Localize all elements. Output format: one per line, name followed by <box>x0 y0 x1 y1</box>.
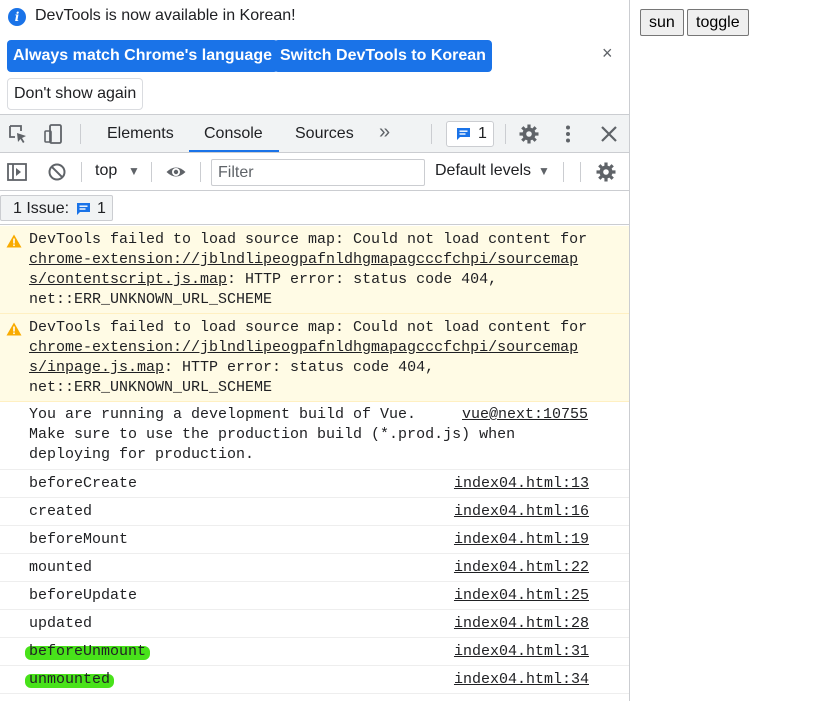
source-link[interactable]: index04.html:19 <box>454 530 589 550</box>
issues-count: 1 <box>478 125 487 142</box>
issues-bar: 1 Issue: 1 <box>0 191 629 225</box>
dont-show-again-button[interactable]: Don't show again <box>7 78 144 110</box>
warning-text: net::ERR_UNKNOWN_URL_SCHEME <box>29 291 273 308</box>
console-log-row: updated index04.html:28 <box>0 610 629 638</box>
log-text: beforeCreate <box>29 475 138 492</box>
warning-text: DevTools failed to load source map: Coul… <box>29 319 588 336</box>
close-devtools-icon[interactable] <box>598 123 620 145</box>
toolbar-separator <box>505 124 506 144</box>
language-infobar: i DevTools is now available in Korean! A… <box>0 0 629 115</box>
console-warning: DevTools failed to load source map: Coul… <box>0 226 629 314</box>
issues-bar-count: 1 <box>97 200 106 217</box>
chevron-down-icon[interactable]: ▼ <box>128 164 140 178</box>
log-text: beforeMount <box>29 531 129 548</box>
log-levels-dropdown[interactable]: Default levels <box>435 162 531 180</box>
context-selector[interactable]: top <box>95 162 117 180</box>
log-text: beforeUpdate <box>29 587 138 604</box>
console-text: Make sure to use the production build (*… <box>29 426 516 443</box>
toolbar-separator <box>81 162 82 182</box>
filter-input[interactable] <box>211 159 425 186</box>
issues-counter-button[interactable]: 1 <box>446 121 494 147</box>
toolbar-separator <box>80 124 81 144</box>
infobar-message: DevTools is now available in Korean! <box>35 7 296 24</box>
switch-to-korean-button[interactable]: Switch DevTools to Korean <box>274 40 492 72</box>
console-text: deploying for production. <box>29 446 255 463</box>
warning-text: : HTTP error: status code 404, <box>164 359 435 376</box>
close-infobar-icon[interactable]: × <box>602 43 613 64</box>
more-tabs-icon[interactable]: » <box>379 121 390 144</box>
devtools-tabbar: Elements Console Sources » 1 <box>0 115 629 153</box>
source-map-link[interactable]: chrome-extension://jblndlipeogpafnldhgma… <box>29 251 578 268</box>
console-log-row: mounted index04.html:22 <box>0 554 629 582</box>
info-icon: i <box>8 8 26 26</box>
toolbar-separator <box>563 162 564 182</box>
console-toolbar: top ▼ Default levels ▼ <box>0 153 629 191</box>
device-toolbar-icon[interactable] <box>43 123 65 145</box>
source-link[interactable]: index04.html:31 <box>454 642 589 662</box>
console-log-row: beforeUnmount index04.html:31 <box>0 638 629 666</box>
log-text-highlighted: beforeUnmount <box>29 643 147 660</box>
console-log-row: beforeCreate index04.html:13 <box>0 470 629 498</box>
source-link[interactable]: index04.html:28 <box>454 614 589 634</box>
source-link[interactable]: vue@next:10755 <box>462 405 588 425</box>
tab-console[interactable]: Console <box>189 115 279 152</box>
toolbar-separator <box>151 162 152 182</box>
console-warning: DevTools failed to load source map: Coul… <box>0 314 629 402</box>
source-map-link[interactable]: s/contentscript.js.map <box>29 271 227 288</box>
console-log-row: created index04.html:16 <box>0 498 629 526</box>
warning-text: net::ERR_UNKNOWN_URL_SCHEME <box>29 379 273 396</box>
devtools-panel: i DevTools is now available in Korean! A… <box>0 0 630 701</box>
toolbar-separator <box>580 162 581 182</box>
inspected-page: sun toggle <box>630 0 840 701</box>
tab-elements[interactable]: Elements <box>105 115 176 152</box>
chevron-down-icon[interactable]: ▼ <box>538 164 550 178</box>
vue-dev-build-message: You are running a development build of V… <box>0 402 629 470</box>
source-link[interactable]: index04.html:25 <box>454 586 589 606</box>
tab-sources[interactable]: Sources <box>293 115 356 152</box>
message-icon <box>457 128 470 140</box>
toolbar-separator <box>431 124 432 144</box>
log-text: created <box>29 503 93 520</box>
log-text: mounted <box>29 559 93 576</box>
source-map-link[interactable]: s/inpage.js.map <box>29 359 164 376</box>
clear-console-icon[interactable] <box>46 161 68 183</box>
console-log-row: beforeUpdate index04.html:25 <box>0 582 629 610</box>
source-link[interactable]: index04.html:13 <box>454 474 589 494</box>
console-messages: DevTools failed to load source map: Coul… <box>0 226 629 694</box>
source-link[interactable]: index04.html:22 <box>454 558 589 578</box>
live-expression-eye-icon[interactable] <box>165 161 187 183</box>
message-icon <box>77 203 90 215</box>
toggle-sidebar-icon[interactable] <box>6 161 28 183</box>
console-log-row: beforeMount index04.html:19 <box>0 526 629 554</box>
warning-icon <box>6 322 22 336</box>
source-link[interactable]: index04.html:34 <box>454 670 589 690</box>
sun-button[interactable]: sun <box>640 9 684 36</box>
console-log-row: unmounted index04.html:34 <box>0 666 629 694</box>
issues-label: 1 Issue: <box>13 200 70 217</box>
warning-text: : HTTP error: status code 404, <box>227 271 498 288</box>
source-map-link[interactable]: chrome-extension://jblndlipeogpafnldhgma… <box>29 339 578 356</box>
inspect-element-icon[interactable] <box>7 123 29 145</box>
warning-icon <box>6 234 22 248</box>
log-text: updated <box>29 615 93 632</box>
toggle-button[interactable]: toggle <box>687 9 749 36</box>
issues-link-button[interactable]: 1 Issue: 1 <box>0 195 113 221</box>
console-settings-gear-icon[interactable] <box>595 161 617 183</box>
always-match-language-button[interactable]: Always match Chrome's language <box>7 40 278 72</box>
log-text-highlighted: unmounted <box>29 671 111 688</box>
warning-text: DevTools failed to load source map: Coul… <box>29 231 588 248</box>
more-options-icon[interactable] <box>557 123 579 145</box>
toolbar-separator <box>200 162 201 182</box>
settings-gear-icon[interactable] <box>518 123 540 145</box>
source-link[interactable]: index04.html:16 <box>454 502 589 522</box>
